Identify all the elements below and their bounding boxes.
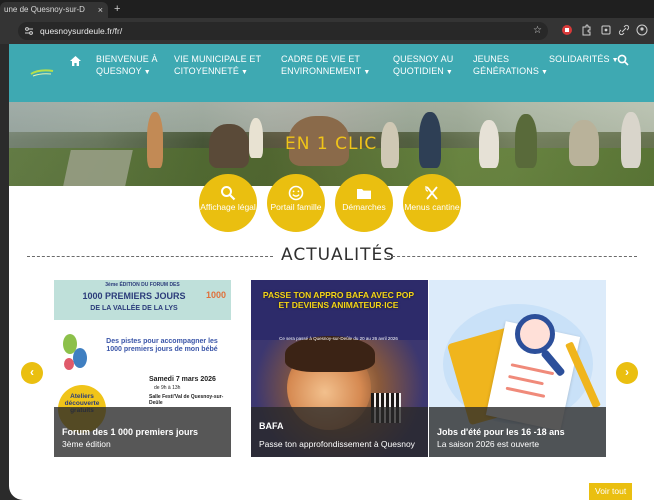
quick-link-label: Menus cantine xyxy=(404,202,460,212)
quick-link-label: Démarches xyxy=(342,202,386,212)
browser-tab-bar: une de Quesnoy-sur-D × + xyxy=(0,0,654,18)
nav-item-solidarites[interactable]: SOLIDARITÉS ▼ xyxy=(549,53,619,67)
document-line xyxy=(505,386,546,398)
nav-item-label: SOLIDARITÉS xyxy=(549,54,610,64)
poster-hours: de 9h à 13h xyxy=(154,385,181,391)
card-subtitle: La saison 2026 est ouverte xyxy=(437,439,540,449)
card-caption: Jobs d'été pour les 16 -18 ans La saison… xyxy=(429,407,606,457)
quick-link-affichage-legal[interactable]: Affichage légal xyxy=(199,174,257,232)
caret-down-icon: ▼ xyxy=(240,69,248,76)
poster-brand-logo: 1000 xyxy=(206,290,227,300)
caret-down-icon: ▼ xyxy=(540,69,548,76)
carousel-next-button[interactable]: › xyxy=(616,362,638,384)
site-settings-icon[interactable] xyxy=(24,26,34,36)
nav-item-bienvenue[interactable]: BIENVENUE À QUESNOY ▼ xyxy=(96,53,166,79)
poster-headline: 1000 PREMIERS JOURS xyxy=(82,291,186,301)
smile-icon xyxy=(288,185,304,201)
quick-link-menus-cantine[interactable]: Menus cantine xyxy=(403,174,461,232)
poster-edition: 3ème ÉDITION DU FORUM DES xyxy=(105,282,180,288)
website: BIENVENUE À QUESNOY ▼ VIE MUNICIPALE ET C… xyxy=(9,44,654,500)
browser-tab[interactable]: une de Quesnoy-sur-D × xyxy=(0,2,108,18)
poster-photo-hair xyxy=(285,336,375,372)
hero-photo-person xyxy=(381,122,399,168)
share-icon[interactable] xyxy=(600,24,612,36)
quick-link-portail-famille[interactable]: Portail famille xyxy=(267,174,325,232)
news-card-jobs-ete[interactable]: Jobs d'été pour les 16 -18 ans La saison… xyxy=(429,280,606,457)
browser-address-bar: quesnoysurdeule.fr/fr/ ☆ xyxy=(0,18,654,44)
poster-date: Samedi 7 mars 2026 xyxy=(149,376,216,383)
fork-knife-icon xyxy=(425,186,438,200)
hero-photo-person xyxy=(249,118,263,158)
caret-down-icon: ▼ xyxy=(143,69,151,76)
quick-link-label: Portail famille xyxy=(270,202,322,212)
home-icon[interactable] xyxy=(69,55,82,67)
hero-photo-table xyxy=(209,124,249,168)
poster-subheadline: Ce sera passé à Quesnoy-sur-Deûle du 20 … xyxy=(279,336,398,341)
new-tab-button[interactable]: + xyxy=(114,2,120,16)
hero-photo-chairs xyxy=(569,120,599,166)
caret-down-icon: ▼ xyxy=(363,69,371,76)
nav-item-label: CADRE DE VIE ET ENVIRONNEMENT xyxy=(281,54,362,76)
caret-down-icon: ▼ xyxy=(445,69,453,76)
section-divider xyxy=(27,256,273,257)
nav-item-vie-municipale[interactable]: VIE MUNICIPALE ET CITOYENNETÉ ▼ xyxy=(174,53,270,79)
news-card-forum[interactable]: 3ème ÉDITION DU FORUM DES 1000 PREMIERS … xyxy=(54,280,231,457)
nav-item-label: JEUNES GÉNÉRATIONS xyxy=(473,54,539,76)
hero-photo-path xyxy=(63,150,133,186)
hero-photo-person xyxy=(621,112,641,168)
news-section-title: ACTUALITÉS xyxy=(281,245,396,265)
town-logo[interactable] xyxy=(29,64,55,78)
document-line xyxy=(508,374,544,386)
hero-photo-person xyxy=(515,114,537,168)
poster-venue: Salle Festi'Val de Quesnoy-sur-Deûle xyxy=(149,394,224,406)
profile-icon[interactable] xyxy=(636,24,648,36)
search-icon xyxy=(221,186,236,201)
link-icon[interactable] xyxy=(618,24,630,36)
section-divider xyxy=(387,256,637,257)
magnifier-icon xyxy=(515,314,555,354)
quick-link-demarches[interactable]: Démarches xyxy=(335,174,393,232)
browser-tab-title: une de Quesnoy-sur-D xyxy=(4,5,85,14)
bookmark-star-icon[interactable]: ☆ xyxy=(533,22,542,40)
hero-photo-person xyxy=(479,120,499,168)
poster-headline: PASSE TON APPRO BAFA AVEC POP ET DEVIENS… xyxy=(262,290,415,310)
card-subtitle: 3ème édition xyxy=(62,439,111,449)
main-nav: BIENVENUE À QUESNOY ▼ VIE MUNICIPALE ET C… xyxy=(9,44,654,102)
hero-banner: EN 1 CLIC xyxy=(9,102,654,186)
extension-shield-icon[interactable] xyxy=(561,24,573,36)
hero-photo-person xyxy=(419,112,441,168)
carousel-prev-button[interactable]: ‹ xyxy=(21,362,43,384)
nav-item-label: QUESNOY AU QUOTIDIEN xyxy=(393,54,454,76)
extensions-puzzle-icon[interactable] xyxy=(580,24,592,36)
card-title: Jobs d'été pour les 16 -18 ans xyxy=(437,427,565,437)
card-subtitle: Passe ton approfondissement à Quesnoy xyxy=(259,439,415,449)
card-caption: BAFA Passe ton approfondissement à Quesn… xyxy=(251,407,428,457)
nav-item-jeunes-generations[interactable]: JEUNES GÉNÉRATIONS ▼ xyxy=(473,53,548,79)
nav-item-quotidien[interactable]: QUESNOY AU QUOTIDIEN ▼ xyxy=(393,53,459,79)
quick-link-label: Affichage légal xyxy=(200,202,256,212)
card-title: BAFA xyxy=(259,421,284,431)
hero-title: EN 1 CLIC xyxy=(285,134,378,154)
card-caption: Forum des 1 000 premiers jours 3ème édit… xyxy=(54,407,231,457)
folder-icon xyxy=(357,189,371,199)
document-line xyxy=(510,363,555,376)
news-card-bafa[interactable]: PASSE TON APPRO BAFA AVEC POP ET DEVIENS… xyxy=(251,280,428,457)
baby-feet-illustration xyxy=(63,334,87,370)
nav-item-cadre-de-vie[interactable]: CADRE DE VIE ET ENVIRONNEMENT ▼ xyxy=(281,53,383,79)
search-icon[interactable] xyxy=(617,54,629,66)
poster-pitch: Des pistes pour accompagner les 1000 pre… xyxy=(106,338,218,353)
url-text: quesnoysurdeule.fr/fr/ xyxy=(40,26,123,36)
card-title: Forum des 1 000 premiers jours xyxy=(62,427,199,437)
hero-photo-person xyxy=(147,112,163,168)
url-field[interactable]: quesnoysurdeule.fr/fr/ ☆ xyxy=(18,22,548,40)
poster-subheadline: DE LA VALLÉE DE LA LYS xyxy=(90,305,178,312)
see-all-button[interactable]: Voir tout xyxy=(589,483,633,500)
close-tab-icon[interactable]: × xyxy=(98,2,103,18)
